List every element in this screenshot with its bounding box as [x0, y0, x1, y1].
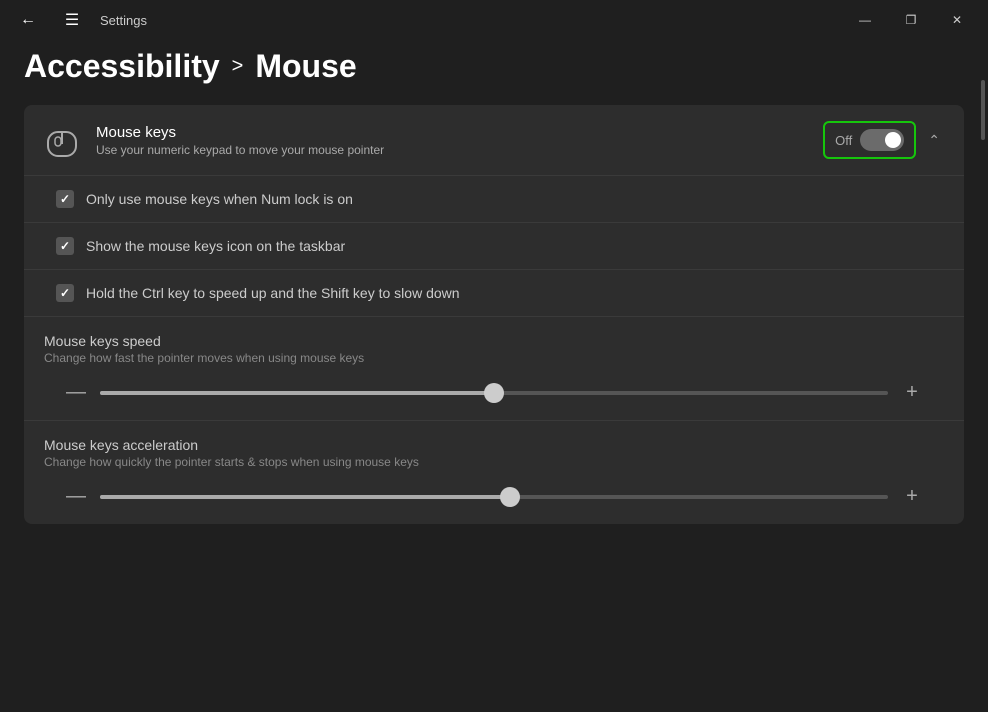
scrollbar[interactable]	[980, 40, 986, 712]
option-num-lock-label: Only use mouse keys when Num lock is on	[86, 191, 353, 207]
speed-slider-title: Mouse keys speed	[44, 333, 944, 349]
back-icon: ←	[20, 11, 36, 29]
option-taskbar-icon: ✓ Show the mouse keys icon on the taskba…	[24, 223, 964, 270]
checkbox-taskbar-icon[interactable]: ✓	[56, 237, 74, 255]
checkmark-icon: ✓	[60, 239, 70, 253]
checkbox-ctrl-shift[interactable]: ✓	[56, 284, 74, 302]
speed-slider-thumb[interactable]	[484, 383, 504, 403]
scrollbar-thumb[interactable]	[981, 80, 985, 140]
checkmark-icon: ✓	[60, 192, 70, 206]
option-ctrl-shift-label: Hold the Ctrl key to speed up and the Sh…	[86, 285, 460, 301]
speed-decrease-button[interactable]: —	[64, 381, 88, 404]
breadcrumb-mouse: Mouse	[255, 48, 356, 85]
mouse-keys-title: Mouse keys	[96, 124, 384, 141]
acceleration-slider-row: — +	[44, 485, 944, 508]
acceleration-slider-track	[100, 495, 888, 499]
speed-increase-button[interactable]: +	[900, 381, 924, 404]
mouse-keys-description: Use your numeric keypad to move your mou…	[96, 143, 384, 157]
breadcrumb-accessibility[interactable]: Accessibility	[24, 48, 220, 85]
speed-slider-row: — +	[44, 381, 944, 404]
speed-slider-description: Change how fast the pointer moves when u…	[44, 351, 944, 365]
mouse-keys-card: Mouse keys Use your numeric keypad to mo…	[24, 105, 964, 524]
minimize-button[interactable]: —	[842, 4, 888, 36]
maximize-icon: ❐	[906, 13, 917, 27]
titlebar-left: ← ☰ Settings	[12, 4, 147, 36]
acceleration-slider-title: Mouse keys acceleration	[44, 437, 944, 453]
back-button[interactable]: ←	[12, 4, 44, 36]
acceleration-slider-container	[100, 487, 888, 507]
main-content: Mouse keys Use your numeric keypad to mo…	[0, 105, 988, 524]
close-button[interactable]: ✕	[934, 4, 980, 36]
titlebar-controls: — ❐ ✕	[842, 4, 980, 36]
checkbox-num-lock[interactable]: ✓	[56, 190, 74, 208]
mouse-keys-toggle-wrapper: Off	[823, 121, 916, 159]
option-taskbar-label: Show the mouse keys icon on the taskbar	[86, 238, 345, 254]
acceleration-slider-fill	[100, 495, 510, 499]
acceleration-slider-section: Mouse keys acceleration Change how quick…	[24, 421, 964, 524]
mouse-keys-toggle[interactable]	[860, 129, 904, 151]
mouse-keys-left: Mouse keys Use your numeric keypad to mo…	[44, 122, 384, 158]
chevron-up-icon: ⌃	[928, 132, 940, 149]
checkmark-icon: ✓	[60, 286, 70, 300]
minimize-icon: —	[859, 13, 871, 27]
acceleration-slider-description: Change how quickly the pointer starts & …	[44, 455, 944, 469]
breadcrumb-chevron-icon: >	[232, 55, 244, 78]
collapse-button[interactable]: ⌃	[924, 128, 944, 153]
acceleration-decrease-button[interactable]: —	[64, 485, 88, 508]
acceleration-slider-thumb[interactable]	[500, 487, 520, 507]
mouse-icon	[44, 122, 80, 158]
speed-slider-fill	[100, 391, 494, 395]
maximize-button[interactable]: ❐	[888, 4, 934, 36]
mouse-keys-text: Mouse keys Use your numeric keypad to mo…	[96, 124, 384, 157]
option-ctrl-shift: ✓ Hold the Ctrl key to speed up and the …	[24, 270, 964, 317]
speed-slider-track	[100, 391, 888, 395]
option-num-lock: ✓ Only use mouse keys when Num lock is o…	[24, 176, 964, 223]
mouse-keys-header: Mouse keys Use your numeric keypad to mo…	[24, 105, 964, 176]
titlebar-title: Settings	[100, 13, 147, 28]
hamburger-button[interactable]: ☰	[56, 4, 88, 36]
toggle-label: Off	[835, 133, 852, 148]
titlebar: ← ☰ Settings — ❐ ✕	[0, 0, 988, 40]
toggle-thumb	[885, 132, 901, 148]
speed-slider-section: Mouse keys speed Change how fast the poi…	[24, 317, 964, 421]
acceleration-increase-button[interactable]: +	[900, 485, 924, 508]
hamburger-icon: ☰	[65, 10, 79, 30]
close-icon: ✕	[952, 13, 962, 27]
breadcrumb: Accessibility > Mouse	[0, 40, 988, 105]
speed-slider-container	[100, 383, 888, 403]
mouse-keys-right: Off ⌃	[823, 121, 944, 159]
